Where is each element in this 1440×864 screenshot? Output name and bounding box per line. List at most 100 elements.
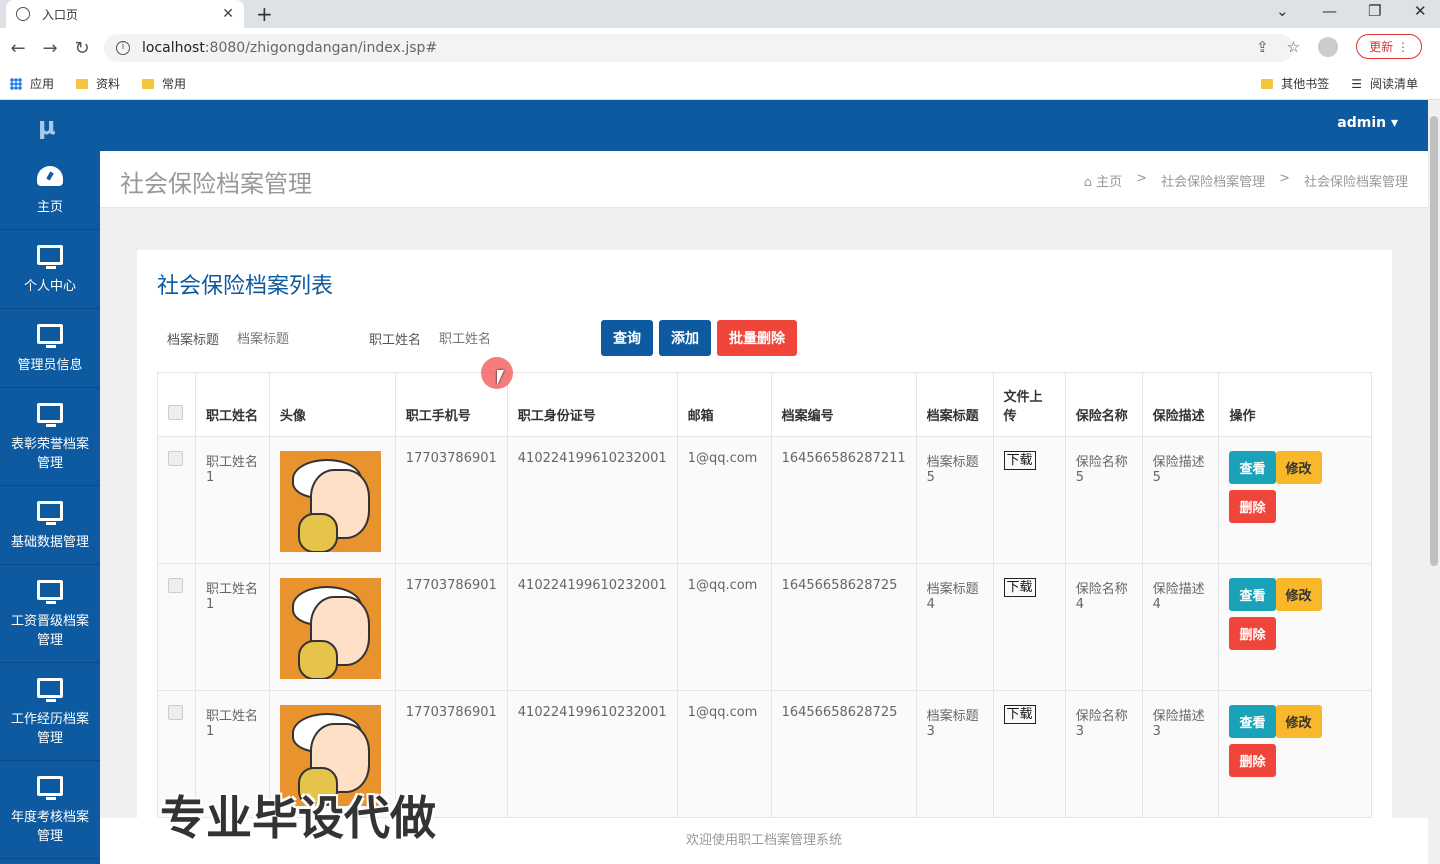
- mouse-cursor-icon: [497, 370, 504, 386]
- download-link[interactable]: 下载: [1003, 705, 1036, 724]
- archive-title-input[interactable]: [237, 330, 358, 346]
- row-checkbox[interactable]: [168, 705, 183, 720]
- column-header[interactable]: 职工身份证号: [506, 372, 678, 437]
- cell-email: 1@qq.com: [676, 690, 772, 818]
- close-icon[interactable]: ✕: [222, 6, 234, 22]
- cell-insurance-name: 保险名称4: [1064, 563, 1143, 691]
- select-all-checkbox[interactable]: [168, 405, 183, 420]
- avatar: [279, 578, 381, 679]
- column-header[interactable]: 保险名称: [1064, 372, 1143, 437]
- breadcrumb-item[interactable]: 社会保险档案管理: [1161, 171, 1265, 190]
- page-title: 社会保险档案管理: [120, 170, 312, 198]
- cell-name: 职工姓名1: [194, 563, 270, 691]
- window-close-icon[interactable]: ✕: [1414, 2, 1427, 20]
- cell-upload: 下载: [992, 563, 1066, 691]
- sidebar-item-honors[interactable]: 表彰荣誉档案管理: [0, 388, 100, 486]
- profile-icon[interactable]: [1318, 36, 1339, 57]
- add-button[interactable]: 添加: [659, 320, 712, 356]
- minimize-icon[interactable]: —: [1322, 2, 1337, 20]
- update-button[interactable]: 更新 ⋮: [1356, 34, 1422, 59]
- search-label-title: 档案标题: [167, 332, 220, 348]
- query-button[interactable]: 查询: [601, 320, 654, 356]
- cell-actions: 查看 修改 删除: [1218, 690, 1372, 818]
- cell-insurance-desc: 保险描述3: [1141, 690, 1220, 818]
- star-icon[interactable]: ☆: [1287, 38, 1300, 56]
- edit-button[interactable]: 修改: [1275, 705, 1322, 738]
- forward-icon[interactable]: →: [34, 38, 66, 59]
- edit-button[interactable]: 修改: [1275, 578, 1322, 611]
- user-menu[interactable]: admin ▾: [1337, 115, 1398, 131]
- breadcrumb-home[interactable]: ⌂ 主页: [1084, 171, 1122, 190]
- cell-title: 档案标题5: [915, 436, 994, 564]
- bookmark-folder-changyong[interactable]: 常用: [142, 75, 186, 92]
- column-header[interactable]: 档案编号: [770, 372, 917, 437]
- column-header[interactable]: 职工姓名: [194, 372, 270, 437]
- monitor-icon: [37, 402, 63, 427]
- bookmark-apps[interactable]: 应用: [10, 75, 54, 92]
- cell-upload: 下载: [992, 436, 1066, 564]
- sidebar-item-label: 基础数据管理: [10, 534, 89, 550]
- column-header[interactable]: 保险描述: [1141, 372, 1220, 437]
- app-logo[interactable]: μ: [38, 112, 56, 140]
- bookmark-label: 资料: [96, 77, 121, 91]
- bookmark-reading-list[interactable]: ☰ 阅读清单: [1351, 75, 1418, 92]
- cell-email: 1@qq.com: [676, 436, 772, 564]
- sidebar-item-personal-center[interactable]: 个人中心: [0, 230, 100, 309]
- monitor-icon: [37, 323, 63, 348]
- reload-icon[interactable]: ↻: [66, 38, 98, 59]
- cell-insurance-name: 保险名称3: [1064, 690, 1143, 818]
- page-scrollbar[interactable]: [1428, 100, 1440, 864]
- url-field[interactable]: i localhost:8080/zhigongdangan/index.jsp…: [104, 34, 1294, 62]
- row-checkbox[interactable]: [168, 578, 183, 593]
- cell-avatar: [268, 563, 396, 691]
- table-header-row: 职工姓名 头像 职工手机号 职工身份证号 邮箱 档案编号 档案标题 文件上传 保…: [157, 372, 1372, 437]
- download-link[interactable]: 下载: [1003, 451, 1036, 470]
- page-header: 社会保险档案管理 ⌂ 主页 > 社会保险档案管理 > 社会保险档案管理: [100, 151, 1428, 208]
- edit-button[interactable]: 修改: [1275, 451, 1322, 484]
- column-header[interactable]: 邮箱: [676, 372, 772, 437]
- browser-tab[interactable]: 入口页 ✕: [6, 0, 244, 28]
- back-icon[interactable]: ←: [2, 38, 34, 59]
- employee-name-input[interactable]: [439, 330, 590, 346]
- sidebar-item-admin-info[interactable]: 管理员信息: [0, 309, 100, 388]
- delete-button[interactable]: 删除: [1229, 744, 1276, 777]
- bookmark-label: 其他书签: [1281, 77, 1330, 91]
- select-all-cell: [157, 372, 196, 437]
- delete-button[interactable]: 删除: [1229, 617, 1276, 650]
- sidebar-item-label: 工资晋级档案管理: [10, 613, 89, 648]
- tab-search-icon[interactable]: ⌄: [1276, 2, 1289, 20]
- column-header: 头像: [268, 372, 396, 437]
- sidebar: 主页 个人中心 管理员信息 表彰荣誉档案管理 基础数据管理 工资晋级档案管理 工…: [0, 151, 100, 864]
- restore-icon[interactable]: ❐: [1368, 2, 1381, 20]
- sidebar-item-salary[interactable]: 工资晋级档案管理: [0, 565, 100, 663]
- tab-title: 入口页: [42, 7, 79, 22]
- sidebar-item-annual-review[interactable]: 年度考核档案管理: [0, 761, 100, 859]
- scroll-thumb[interactable]: [1430, 116, 1438, 566]
- breadcrumb-home-label: 主页: [1096, 175, 1123, 190]
- column-header[interactable]: 档案标题: [915, 372, 994, 437]
- sidebar-item-basic-data[interactable]: 基础数据管理: [0, 486, 100, 565]
- cell-insurance-name: 保险名称5: [1064, 436, 1143, 564]
- folder-icon: [1261, 78, 1274, 89]
- view-button[interactable]: 查看: [1229, 578, 1276, 611]
- view-button[interactable]: 查看: [1229, 705, 1276, 738]
- row-checkbox[interactable]: [168, 451, 183, 466]
- apps-icon: [10, 77, 22, 90]
- batch-delete-button[interactable]: 批量删除: [717, 320, 798, 356]
- info-icon[interactable]: i: [116, 41, 130, 55]
- delete-button[interactable]: 删除: [1229, 490, 1276, 523]
- sidebar-item-label: 管理员信息: [17, 357, 83, 373]
- bookmark-other[interactable]: 其他书签: [1261, 75, 1329, 92]
- list-card: 社会保险档案列表 档案标题 职工姓名 查询 添加 批量删除 职工姓名: [137, 250, 1392, 818]
- download-link[interactable]: 下载: [1003, 578, 1036, 597]
- bookmarks-right: 其他书签 ☰ 阅读清单: [1251, 75, 1430, 92]
- view-button[interactable]: 查看: [1229, 451, 1276, 484]
- cell-actions: 查看 修改 删除: [1218, 563, 1372, 691]
- bookmark-folder-ziliao[interactable]: 资料: [76, 75, 120, 92]
- watermark: 专业毕设代做: [160, 791, 436, 845]
- new-tab-icon[interactable]: +: [256, 2, 273, 26]
- sidebar-item-home[interactable]: 主页: [0, 151, 100, 230]
- share-icon[interactable]: ⇪: [1256, 38, 1269, 56]
- bookmarks-bar: 应用 资料 常用 其他书签 ☰ 阅读清单: [0, 68, 1440, 100]
- sidebar-item-work-history[interactable]: 工作经历档案管理: [0, 663, 100, 761]
